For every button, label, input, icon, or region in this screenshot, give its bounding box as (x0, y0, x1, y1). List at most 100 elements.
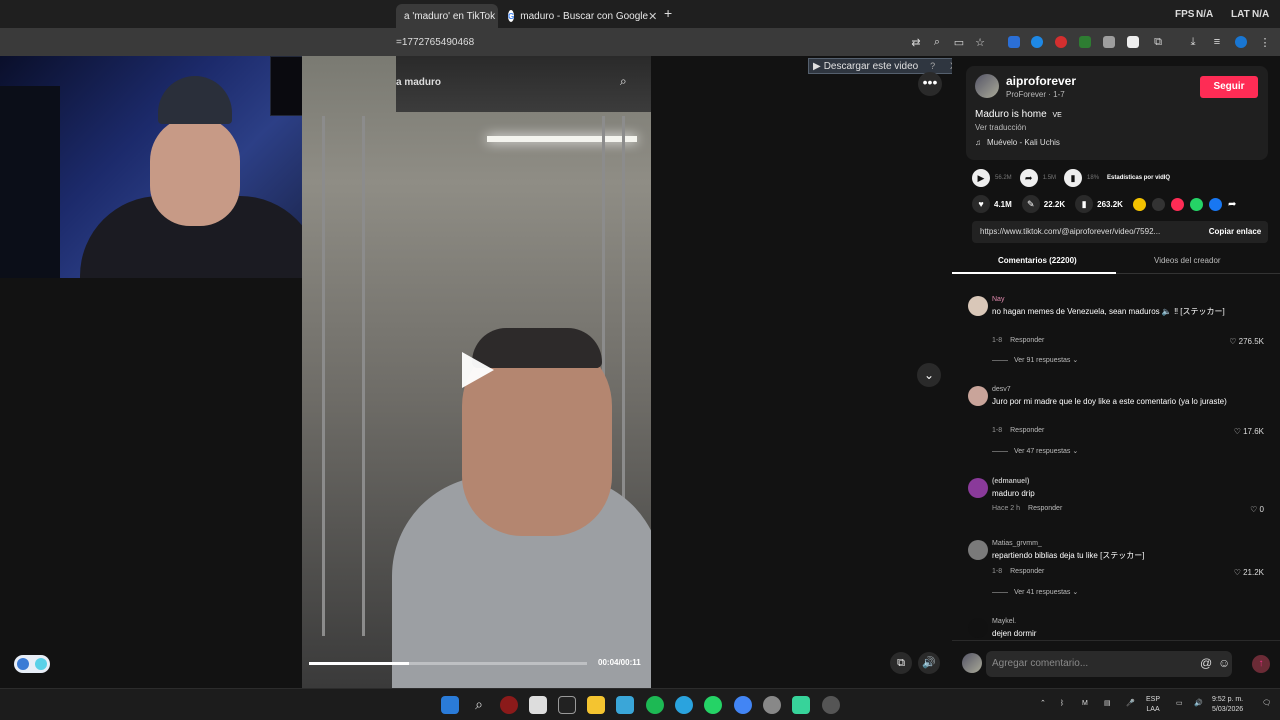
comment-author[interactable]: (edmanuel) (992, 478, 1029, 485)
app-tray-icon[interactable]: M (1082, 699, 1088, 709)
comment-likes[interactable]: ♡ 21.2K (1234, 568, 1264, 577)
mention-icon[interactable]: @ (1200, 656, 1212, 670)
extension-icon[interactable] (1008, 36, 1020, 48)
extension-icon[interactable] (1079, 36, 1091, 48)
tab-google[interactable]: G maduro - Buscar con Google ✕ (500, 4, 658, 28)
download-icon[interactable]: ⤓ (1186, 35, 1200, 49)
volume-icon[interactable]: 🔊 (918, 652, 940, 674)
volume-icon[interactable]: 🔊 (1194, 699, 1203, 709)
new-tab-button[interactable]: + (664, 5, 672, 21)
reply-button[interactable]: Responder (1010, 568, 1044, 575)
url-text[interactable]: =1772765490468 (396, 37, 474, 48)
whatsapp-icon[interactable] (704, 696, 722, 714)
avatar[interactable] (975, 74, 999, 98)
comment-icon[interactable]: ✎ (1021, 195, 1040, 213)
avatar[interactable] (968, 618, 988, 638)
copy-link-button[interactable]: Copiar enlace (1202, 221, 1268, 243)
help-icon[interactable]: ? (927, 61, 938, 71)
play-icon[interactable] (462, 352, 494, 388)
next-video-chevron-icon[interactable]: ⌄ (917, 363, 941, 387)
comment-input[interactable]: Agregar comentario... @ ☺ (986, 651, 1232, 677)
zoom-icon[interactable]: ⌕ (930, 35, 944, 49)
menu-icon[interactable]: ⋮ (1258, 35, 1272, 49)
emoji-icon[interactable]: ☺ (1218, 656, 1230, 670)
extensions-puzzle-icon[interactable]: ⧉ (1151, 35, 1165, 49)
comment-author[interactable]: Nay (992, 296, 1004, 303)
avatar[interactable] (968, 478, 988, 498)
repost-icon[interactable] (1170, 197, 1184, 211)
translate-icon[interactable]: ⇄ (909, 35, 923, 49)
video-player[interactable]: a maduro ⌕ 00:04/00:11 (302, 56, 651, 688)
comment-likes[interactable]: ♡ 276.5K (1229, 337, 1264, 346)
bluetooth-icon[interactable]: ᛒ (1060, 699, 1064, 709)
reply-button[interactable]: Responder (1010, 427, 1044, 434)
tab-tiktok[interactable]: a 'maduro' en TikTok | ✕ (396, 4, 498, 28)
comment-author[interactable]: desv7 (992, 386, 1011, 393)
microphone-icon[interactable]: 🎤 (1126, 699, 1135, 709)
notifications-icon[interactable]: 🗨 (1262, 699, 1271, 709)
pip-icon[interactable]: ⧉ (890, 652, 912, 674)
username[interactable]: aiproforever (1006, 74, 1076, 88)
app-tray-icon[interactable]: ▤ (1104, 699, 1111, 709)
network-icon[interactable]: ▭ (1176, 699, 1183, 709)
tab-underline (952, 272, 1116, 274)
view-replies[interactable]: Ver 41 respuestas ⌄ (992, 588, 1078, 596)
comment-author[interactable]: Matias_grvmm_ (992, 540, 1042, 547)
music-row[interactable]: ♫ Muévelo - Kali Uchis (975, 138, 1060, 147)
store-icon[interactable] (529, 696, 547, 714)
bookmark-icon[interactable]: ▮ (1075, 195, 1094, 213)
view-replies[interactable]: Ver 47 respuestas ⌄ (992, 447, 1078, 455)
settings-gear-icon[interactable] (763, 696, 781, 714)
capcut-icon[interactable] (558, 696, 576, 714)
playlist-icon[interactable]: ≡ (1210, 35, 1224, 49)
coin-icon[interactable] (1132, 197, 1146, 211)
comment-author[interactable]: Maykel. (992, 618, 1016, 625)
extension-icon[interactable] (1103, 36, 1115, 48)
view-replies[interactable]: Ver 91 respuestas ⌄ (992, 356, 1078, 364)
bookmark-star-icon[interactable]: ☆ (973, 35, 987, 49)
whatsapp-icon[interactable] (1189, 197, 1203, 211)
notepad-icon[interactable] (616, 696, 634, 714)
avatar[interactable] (968, 296, 988, 316)
embed-icon[interactable] (1151, 197, 1165, 211)
tab-creator-videos[interactable]: Videos del creador (1154, 256, 1221, 265)
search-icon[interactable]: ⌕ (470, 696, 488, 714)
spotify-icon[interactable] (646, 696, 664, 714)
facebook-icon[interactable] (1208, 197, 1222, 211)
file-explorer-icon[interactable] (587, 696, 605, 714)
obs-icon[interactable] (822, 696, 840, 714)
app-icon[interactable] (500, 696, 518, 714)
app-icon[interactable] (792, 696, 810, 714)
windows-start-icon[interactable] (441, 696, 459, 714)
chrome-icon[interactable] (734, 696, 752, 714)
language-indicator[interactable]: ESP LAA (1146, 695, 1160, 715)
comment-likes[interactable]: ♡ 17.6K (1234, 427, 1264, 436)
reply-button[interactable]: Responder (1010, 337, 1044, 344)
comment-likes[interactable]: ♡ 0 (1250, 505, 1264, 514)
cast-icon[interactable]: ▭ (952, 35, 966, 49)
search-icon[interactable]: ⌕ (620, 74, 638, 92)
extension-icon[interactable] (1031, 36, 1043, 48)
avatar[interactable] (968, 386, 988, 406)
profile-icon[interactable] (1235, 36, 1247, 48)
clock[interactable]: 9:52 p. m. 5/03/2026 (1212, 695, 1243, 715)
follow-button[interactable]: Seguir (1200, 76, 1258, 98)
extension-icon[interactable] (1055, 36, 1067, 48)
extension-icon[interactable] (1127, 36, 1139, 48)
tray-chevron-icon[interactable]: ⌃ (1040, 699, 1046, 709)
download-video-button[interactable]: ▶ Descargar este video ? X (808, 58, 960, 74)
reply-button[interactable]: Responder (1028, 505, 1062, 512)
heart-icon[interactable]: ♥ (972, 195, 990, 213)
send-icon[interactable]: ↑ (1252, 655, 1270, 673)
tab-comments[interactable]: Comentarios (22200) (998, 256, 1077, 265)
avatar[interactable] (968, 540, 988, 560)
more-options-icon[interactable]: ••• (918, 72, 942, 96)
comment-tabs: Comentarios (22200) Videos del creador (952, 248, 1280, 274)
translate-link[interactable]: Ver traducción (975, 123, 1026, 132)
video-progress-bar[interactable] (309, 662, 587, 665)
link-field[interactable]: https://www.tiktok.com/@aiproforever/vid… (972, 221, 1268, 243)
share-arrow-icon[interactable]: ➦ (1228, 199, 1236, 210)
extension-toggle[interactable] (14, 655, 50, 673)
close-icon[interactable]: ✕ (648, 10, 657, 23)
telegram-icon[interactable] (675, 696, 693, 714)
